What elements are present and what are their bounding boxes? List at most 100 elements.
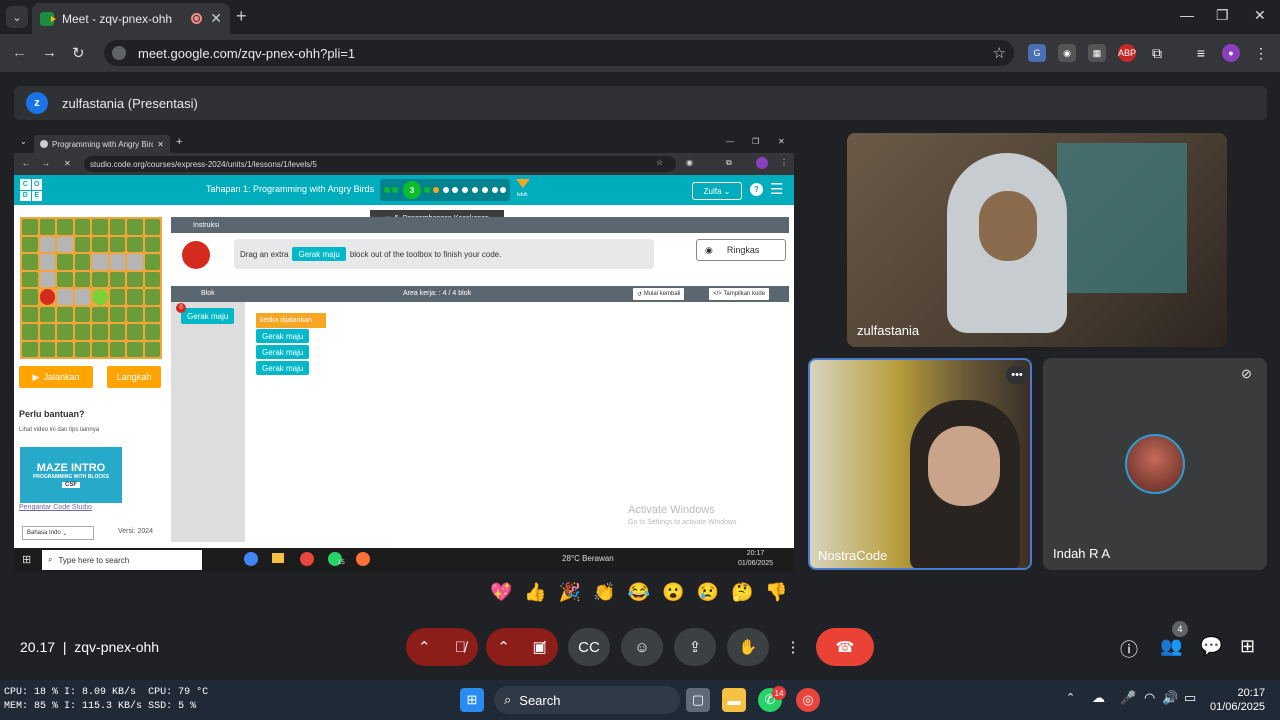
toolbox-count-badge: 0 xyxy=(176,303,186,313)
code-org-logo: CODE xyxy=(20,179,42,201)
user-menu: Zulfa ⌄ xyxy=(692,182,742,200)
mic-options-chevron-icon[interactable]: ⌃ xyxy=(418,638,431,656)
camera-control[interactable]: ⌃ ▣̸ xyxy=(486,628,558,666)
captions-button[interactable]: CC xyxy=(568,628,610,666)
task-view-icon[interactable]: ▢ xyxy=(686,688,710,712)
qr-icon[interactable]: ▦ xyxy=(1088,44,1106,62)
onedrive-icon[interactable]: ☁ xyxy=(1092,690,1105,706)
maximize-button[interactable]: ❐ xyxy=(1216,7,1229,24)
level-progress: 3 xyxy=(380,179,510,201)
more-options-button[interactable]: ⋮ xyxy=(780,628,806,666)
adblock-icon[interactable]: ABP xyxy=(1118,44,1136,62)
instructions-bubble: Drag an extra Gerak maju block out of th… xyxy=(234,239,654,269)
incognito-icon[interactable]: ◉ xyxy=(1058,44,1076,62)
collapse-icon: ◉ xyxy=(705,244,713,255)
profile-avatar[interactable]: ● xyxy=(1222,44,1240,62)
reaction-surprised[interactable]: 😮 xyxy=(662,582,684,603)
chat-icon[interactable]: 💬 xyxy=(1200,636,1222,657)
github-favicon-icon xyxy=(40,140,48,148)
shared-menu-icon: ⋮ xyxy=(780,158,788,167)
site-info-icon[interactable] xyxy=(112,46,126,60)
windows-start-icon: ⊞ xyxy=(22,554,32,566)
translate-icon[interactable]: G xyxy=(1028,44,1046,62)
taskbar-search[interactable]: ⌕ Search xyxy=(494,686,680,714)
extensions-icon[interactable]: ⧉ xyxy=(1148,44,1166,62)
search-icon: ⌕ xyxy=(48,555,53,564)
people-count-badge: 4 xyxy=(1172,621,1188,637)
omnibox[interactable]: meet.google.com/zqv-pnex-ohh?pli=1 ☆ xyxy=(104,40,1014,66)
shared-extensions-icon: ⧉ xyxy=(726,158,732,167)
participant-name: Indah R A xyxy=(1053,546,1111,561)
camera-options-chevron-icon[interactable]: ⌃ xyxy=(497,638,510,656)
shared-tab-title: Programming with Angry Birds xyxy=(52,139,154,149)
camera-off-icon[interactable]: ▣̸ xyxy=(532,638,546,656)
shared-url: studio.code.org/courses/express-2024/uni… xyxy=(90,159,317,169)
code-icon: </> xyxy=(713,291,722,297)
inline-block: Gerak maju xyxy=(292,247,346,261)
battery-icon[interactable]: ▭ xyxy=(1184,690,1196,706)
green-pig-icon xyxy=(92,289,108,305)
reaction-laugh[interactable]: 😂 xyxy=(628,582,650,603)
chrome-taskbar-icon[interactable]: ◎ xyxy=(796,688,820,712)
maze-board xyxy=(20,217,162,359)
reaction-thumbs-up[interactable]: 👍 xyxy=(524,582,546,603)
shared-close-icon: ✕ xyxy=(778,137,785,146)
participant-avatar xyxy=(1125,434,1185,494)
file-explorer-icon[interactable]: ▬ xyxy=(722,688,746,712)
people-icon[interactable]: 👥 xyxy=(1160,636,1182,657)
media-control-icon[interactable]: ≡ xyxy=(1192,44,1210,62)
present-button[interactable]: ⇪ xyxy=(674,628,716,666)
show-hidden-icons[interactable]: ⌃ xyxy=(1066,691,1075,704)
close-window-button[interactable]: ✕ xyxy=(1254,7,1266,24)
forward-button[interactable]: → xyxy=(42,44,57,61)
reaction-party[interactable]: 🎉 xyxy=(559,582,581,603)
meeting-details-icon[interactable]: ⓘ xyxy=(1120,636,1138,662)
reaction-heart[interactable]: 💖 xyxy=(490,582,512,603)
present-icon: ⇪ xyxy=(688,639,702,656)
activities-icon[interactable]: ⊞ xyxy=(1240,636,1255,657)
search-icon: ⌕ xyxy=(504,692,512,707)
video-feed xyxy=(928,426,1000,506)
browser-tab[interactable]: Meet - zqv-pnex-ohh ✕ xyxy=(32,3,230,34)
participant-tile[interactable]: ⊘ Indah R A xyxy=(1043,358,1267,570)
url-text: meet.google.com/zqv-pnex-ohh?pli=1 xyxy=(138,45,356,61)
reaction-sad[interactable]: 😢 xyxy=(697,582,719,603)
emoji-button[interactable]: ☺ xyxy=(621,628,663,666)
new-tab-button[interactable]: + xyxy=(236,6,247,27)
reaction-thinking[interactable]: 🤔 xyxy=(731,582,753,603)
shared-minimize-icon: — xyxy=(726,137,734,146)
system-clock[interactable]: 20:17 01/06/2025 xyxy=(1210,686,1265,714)
shared-clock: 20:17 01/06/2025 xyxy=(738,550,774,567)
reload-button[interactable]: ↻ xyxy=(72,44,85,62)
help-title: Perlu bantuan? xyxy=(19,409,85,419)
participant-tile[interactable]: ••• NostraCode xyxy=(808,358,1032,570)
play-icon: ▶ xyxy=(32,371,40,382)
shared-new-tab-icon: + xyxy=(176,136,183,148)
reaction-thumbs-down[interactable]: 👎 xyxy=(765,582,787,603)
chrome-menu-icon[interactable]: ⋮ xyxy=(1252,44,1270,62)
tab-search-button[interactable]: ⌄ xyxy=(6,6,28,28)
minimize-button[interactable]: — xyxy=(1180,7,1194,23)
program-block: Gerak maju xyxy=(256,345,310,359)
more-options-icon[interactable]: ••• xyxy=(1006,366,1028,384)
volume-icon[interactable]: 🔊 xyxy=(1162,690,1178,706)
close-tab-icon[interactable]: ✕ xyxy=(210,10,222,27)
participant-tile[interactable]: zulfastania xyxy=(847,133,1227,347)
code-studio-header: CODE Tahapan 1: Programming with Angry B… xyxy=(14,175,794,205)
presentation-header: z zulfastania (Presentasi) xyxy=(14,86,1267,120)
microphone-icon[interactable]: 🎤 xyxy=(1120,690,1136,706)
wifi-icon[interactable]: ◠ xyxy=(1144,690,1155,706)
mic-off-icon[interactable]: 🎙̸ xyxy=(455,639,466,656)
folder-icon xyxy=(272,553,284,563)
leave-call-button[interactable]: ☎ xyxy=(816,628,874,666)
end-call-icon: ☎ xyxy=(835,639,855,656)
presenter-label: zulfastania (Presentasi) xyxy=(62,95,198,111)
windows-start-button[interactable]: ⊞ xyxy=(460,688,484,712)
reaction-clap[interactable]: 👏 xyxy=(593,582,615,603)
bookmark-star-icon[interactable]: ☆ xyxy=(993,44,1006,62)
more-vert-icon: ⋮ xyxy=(785,639,801,656)
back-button[interactable]: ← xyxy=(12,44,27,61)
version-label: Versi: 2024 xyxy=(118,528,154,535)
mic-control[interactable]: ⌃ 🎙̸ xyxy=(406,628,478,666)
raise-hand-button[interactable]: ✋ xyxy=(727,628,769,666)
